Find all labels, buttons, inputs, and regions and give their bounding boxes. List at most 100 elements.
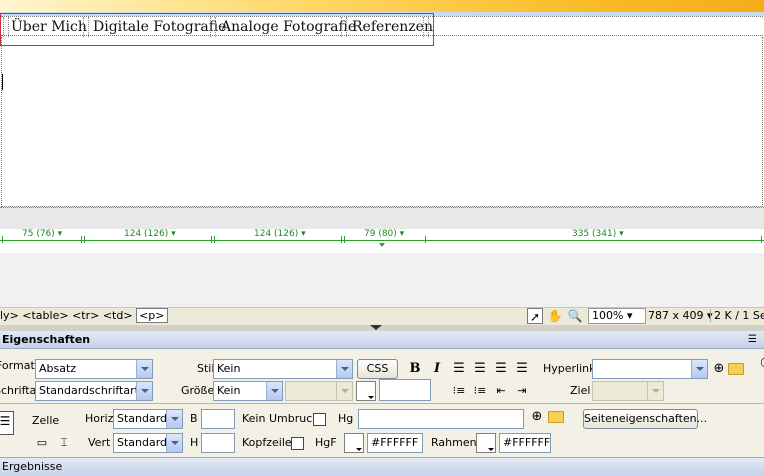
tag-p-active[interactable]: <p>: [136, 308, 168, 323]
chevron-down-icon: [166, 410, 182, 428]
vert-value: Standard: [117, 436, 168, 449]
style-label: Stil: [197, 362, 215, 375]
ruler-label-col-3[interactable]: 124 (126) ▾: [254, 229, 306, 239]
css-button[interactable]: CSS: [357, 359, 398, 379]
properties-panel-header[interactable]: [0, 331, 764, 349]
help-icon[interactable]: ◯: [757, 354, 764, 372]
outdent-icon[interactable]: ⇤: [492, 382, 510, 400]
collapse-arrow-icon[interactable]: [370, 325, 382, 330]
nowrap-label: Kein Umbruch: [242, 412, 320, 425]
border-color-input[interactable]: #FFFFFF: [499, 433, 551, 453]
indent-icon[interactable]: ⇥: [513, 382, 531, 400]
horiz-value: Standard: [117, 412, 168, 425]
zoom-value: 100%: [592, 309, 624, 322]
window-size-select[interactable]: 787 x 409 ▾: [648, 309, 713, 322]
bold-button[interactable]: B: [406, 360, 424, 378]
italic-button[interactable]: I: [428, 360, 446, 378]
horiz-label: Horiz: [85, 412, 114, 425]
pointer-tool-icon[interactable]: ➚: [527, 308, 543, 324]
ruler-tick: [81, 236, 82, 243]
properties-panel-title: Eigenschaften: [2, 333, 91, 346]
ruler-label-col-2[interactable]: 124 (126) ▾: [124, 229, 176, 239]
width-label: B: [190, 412, 198, 425]
target-select[interactable]: [592, 381, 664, 401]
content-cell-outline: [1, 37, 763, 207]
ordered-list-icon[interactable]: ⁝≡: [471, 382, 489, 400]
ruler-tick: [341, 236, 342, 243]
horiz-select[interactable]: Standard: [113, 409, 183, 429]
tag-selector[interactable]: ly> <table> <tr> <td> <p>: [0, 308, 168, 323]
size-unit-select[interactable]: [285, 381, 353, 401]
folder-icon[interactable]: [548, 411, 564, 423]
point-to-file-icon[interactable]: ⊕: [710, 360, 728, 378]
unordered-list-icon[interactable]: ⁝≡: [450, 382, 468, 400]
ruler-tick: [84, 236, 85, 243]
canvas-empty-area: [0, 253, 764, 307]
folder-icon[interactable]: [728, 363, 744, 375]
height-label: H: [190, 436, 199, 449]
ruler-tick: [344, 236, 345, 243]
bg-label: Hg: [338, 412, 354, 425]
size-select[interactable]: Kein: [213, 381, 283, 401]
style-select[interactable]: Kein: [213, 359, 353, 379]
vert-select[interactable]: Standard: [113, 433, 183, 453]
tag-path-text[interactable]: ly> <table> <tr> <td>: [0, 309, 133, 322]
ruler-label-col-4[interactable]: 79 (80) ▾: [364, 229, 404, 239]
text-color-input[interactable]: [379, 379, 431, 401]
ruler-label-col-1[interactable]: 75 (76) ▾: [22, 229, 62, 239]
chevron-down-icon: [166, 434, 182, 452]
hyperlink-input[interactable]: [592, 359, 708, 379]
header-label: Kopfzeile: [242, 436, 292, 449]
chevron-down-icon: [336, 360, 352, 378]
ruler-tick: [425, 236, 426, 243]
hyperlink-label: Hyperlink: [543, 362, 596, 375]
header-checkbox[interactable]: [291, 437, 304, 450]
merge-cells-icon[interactable]: ▭: [33, 434, 51, 452]
size-value: Kein: [217, 384, 241, 397]
split-cell-icon[interactable]: ⌶: [55, 434, 73, 452]
text-color-swatch[interactable]: [356, 381, 376, 401]
nowrap-checkbox[interactable]: [313, 413, 326, 426]
align-center-icon[interactable]: ☰: [471, 360, 489, 378]
bgcolor-swatch[interactable]: [344, 433, 364, 453]
border-color-swatch[interactable]: [476, 433, 496, 453]
height-input[interactable]: [201, 433, 235, 453]
ruler-tick: [211, 236, 212, 243]
ruler-label-col-5[interactable]: 335 (341) ▾: [572, 229, 624, 239]
panel-section-divider: [0, 403, 764, 404]
width-input[interactable]: [201, 409, 235, 429]
chevron-down-icon: [336, 382, 352, 400]
bgcolor-label: HgF: [315, 436, 337, 449]
size-label: Größe: [181, 384, 215, 397]
chevron-down-icon: [136, 382, 152, 400]
ruler-center-marker: [379, 243, 385, 247]
window-size-value: 787 x 409: [648, 309, 704, 322]
font-select[interactable]: Standardschriftart: [35, 381, 153, 401]
hand-tool-icon[interactable]: ✋: [547, 308, 563, 324]
border-label: Rahmen: [431, 436, 477, 449]
text-cursor: [2, 74, 3, 90]
bgcolor-input[interactable]: #FFFFFF: [367, 433, 423, 453]
table-bottom-area: [0, 207, 764, 229]
zoom-select[interactable]: 100% ▾: [588, 308, 646, 324]
style-value: Kein: [217, 362, 241, 375]
point-to-file-icon[interactable]: ⊕: [528, 408, 546, 426]
page-properties-button[interactable]: Seiteneigenschaften...: [583, 409, 707, 429]
zoom-tool-icon[interactable]: 🔍: [567, 308, 583, 324]
align-left-icon[interactable]: ☰: [450, 360, 468, 378]
ruler-tick: [761, 236, 762, 243]
align-right-icon[interactable]: ☰: [492, 360, 510, 378]
bg-image-input[interactable]: [358, 409, 524, 429]
ruler-tick: [2, 236, 3, 243]
ruler-tick: [214, 236, 215, 243]
cell-icon: ☰: [0, 411, 14, 435]
cell-label: Zelle: [32, 414, 60, 427]
align-justify-icon[interactable]: ☰: [513, 360, 531, 378]
panel-options-icon[interactable]: ☰: [748, 334, 757, 345]
target-label: Ziel: [570, 384, 591, 397]
results-panel-header[interactable]: [0, 457, 764, 476]
format-select[interactable]: Absatz: [35, 359, 153, 379]
ruler-line: [0, 240, 764, 241]
results-label: Ergebnisse: [2, 460, 63, 473]
file-weight: 2 K / 1 Sek: [710, 309, 764, 322]
